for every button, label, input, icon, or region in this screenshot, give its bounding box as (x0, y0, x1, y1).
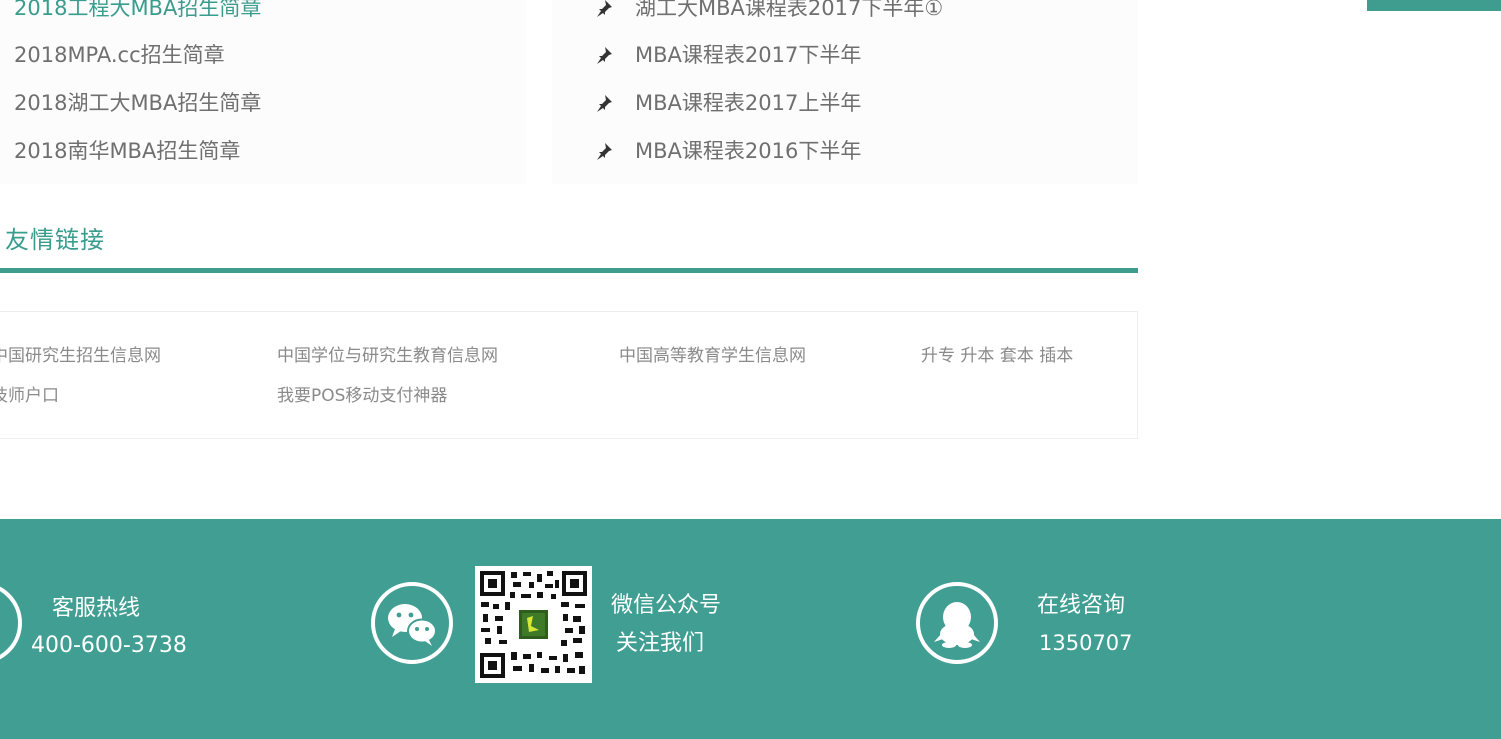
qq-penguin-icon (934, 602, 980, 648)
hotline-label: 客服热线 (52, 596, 141, 621)
brochure-panel: 2018工程大MBA招生简章 2018MPA.cc招生简章 2018湖工大MBA… (0, 0, 526, 184)
friend-link-upgrade[interactable]: 升专 升本 套本 插本 (921, 346, 1073, 366)
friend-links-title: 友情链接 (5, 226, 105, 254)
friend-link-chsi[interactable]: 中国高等教育学生信息网 (619, 346, 806, 366)
brochure-link-4[interactable]: 2018南华MBA招生简章 (14, 139, 240, 163)
pin-icon (597, 47, 612, 64)
pin-icon (597, 95, 612, 112)
schedule-panel: 湖工大MBA课程表2017下半年① MBA课程表2017下半年 MBA课程表20… (552, 0, 1138, 184)
qr-code (475, 566, 592, 683)
wechat-label: 微信公众号 (611, 593, 722, 618)
schedule-link-2[interactable]: MBA课程表2017下半年 (635, 43, 861, 67)
wechat-icon (371, 582, 453, 664)
wechat-glyph-icon (388, 604, 437, 646)
brochure-link-3[interactable]: 2018湖工大MBA招生简章 (14, 91, 261, 115)
online-consult-number[interactable]: 1350707 (1039, 629, 1133, 657)
friend-link-cy-info[interactable]: 中国研究生招生信息网 (0, 346, 161, 366)
pin-icon (597, 143, 612, 160)
brochure-link-1[interactable]: 2018工程大MBA招生简章 (14, 0, 261, 20)
qq-icon[interactable] (916, 582, 998, 664)
footer: 客服热线 400-600-3738 微信公众号 关注我们 在线咨询 135070… (0, 519, 1501, 739)
friend-links-divider (0, 268, 1138, 273)
friend-link-pos[interactable]: 我要POS移动支付神器 (277, 386, 447, 406)
schedule-link-3[interactable]: MBA课程表2017上半年 (635, 91, 861, 115)
online-consult-label: 在线咨询 (1037, 593, 1126, 618)
schedule-link-4[interactable]: MBA课程表2016下半年 (635, 139, 861, 163)
schedule-link-1[interactable]: 湖工大MBA课程表2017下半年① (635, 0, 943, 20)
friend-link-degree[interactable]: 中国学位与研究生教育信息网 (277, 346, 498, 366)
friend-links-box: 中国研究生招生信息网 中国学位与研究生教育信息网 中国高等教育学生信息网 升专 … (0, 311, 1138, 439)
qr-code-graphic (475, 566, 592, 683)
pin-icon (597, 0, 612, 17)
friend-link-hukou[interactable]: 技师户口 (0, 386, 59, 406)
phone-icon (0, 582, 22, 664)
top-right-tab[interactable] (1367, 0, 1501, 11)
hotline-number: 400-600-3738 (31, 633, 187, 658)
wechat-follow-label: 关注我们 (616, 631, 705, 656)
brochure-link-2[interactable]: 2018MPA.cc招生简章 (14, 43, 225, 67)
